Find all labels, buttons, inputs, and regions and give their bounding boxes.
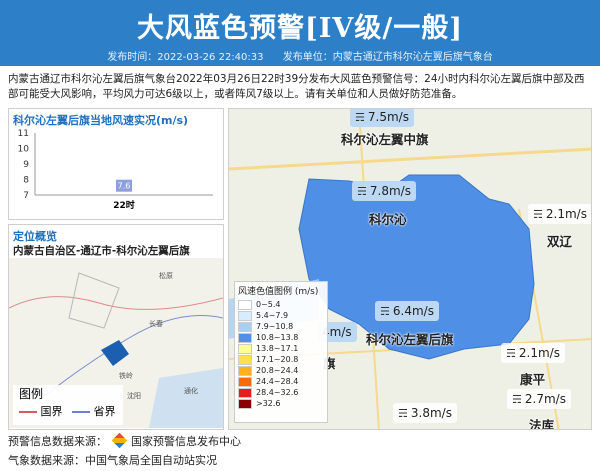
legend-row: 20.8~24.4 [235, 365, 327, 376]
legend-swatch [238, 321, 252, 332]
warning-center-icon [111, 432, 127, 449]
place-label: 法库 [529, 418, 555, 430]
station-marker[interactable]: ☴ 7.5m/s [350, 109, 414, 127]
station-marker[interactable]: ☴ 2.7m/s [507, 389, 571, 409]
wind-speed-chart: 7 8 9 10 11 22时 7.6 [18, 129, 213, 211]
place-label: 康平 [520, 372, 546, 387]
wind-arrow-icon: ☴ [380, 305, 390, 318]
wind-arrow-icon: ☴ [512, 393, 522, 406]
national-border-swatch [19, 411, 37, 413]
weather-source: 气象数据来源：中国气象局全国自动站实况 [8, 454, 217, 467]
legend-swatch [238, 398, 252, 409]
publish-time: 发布时间：2022-03-26 22:40:33 [107, 52, 264, 63]
legend-row: >32.6 [235, 398, 327, 409]
city-label: 长春 [149, 319, 163, 328]
location-panel: 定位概览 内蒙古自治区-通辽市-科尔沁左翼后旗 松原 长春 铁岭 沈阳 通化 图… [8, 224, 224, 430]
station-marker[interactable]: ☴ 7.8m/s [352, 181, 416, 201]
warning-source: 预警信息数据来源： 国家预警信息发布中心 [8, 432, 241, 449]
page-title: 大风蓝色预警[IV级/一般] [137, 13, 463, 44]
header: 大风蓝色预警[IV级/一般] 发布时间：2022-03-26 22:40:33 … [0, 0, 600, 66]
station-marker[interactable]: ☴ 6.4m/s [375, 301, 439, 321]
place-label: 双辽 [547, 234, 573, 249]
legend-label: 20.8~24.4 [256, 366, 299, 375]
legend-row: 28.4~32.6 [235, 387, 327, 398]
place-label: 科尔沁左翼后旗 [366, 332, 454, 347]
province-border-swatch [72, 411, 90, 413]
legend-swatch [238, 299, 252, 310]
legend-swatch [238, 343, 252, 354]
publisher: 发布单位：内蒙古通辽市科尔沁左翼后旗气象台 [282, 52, 493, 63]
city-label: 通化 [184, 386, 198, 395]
legend-swatch [238, 332, 252, 343]
legend-label: 28.4~32.6 [256, 388, 299, 397]
y-tick-label: 7 [23, 191, 29, 201]
legend-row: 0~5.4 [235, 299, 327, 310]
station-marker[interactable]: ☴ 2.1m/s [528, 204, 591, 224]
header-meta: 发布时间：2022-03-26 22:40:33 发布单位：内蒙古通辽市科尔沁左… [0, 48, 600, 63]
data-label: 7.6 [118, 182, 131, 191]
legend-label: 10.8~13.8 [256, 333, 299, 342]
warning-source-link[interactable]: 国家预警信息发布中心 [131, 435, 241, 448]
y-tick-label: 10 [18, 145, 30, 155]
wind-map-panel[interactable]: ☴ 7.5m/s ☴ 7.8m/s ☴ 2.1m/s ☴ 6.4m/s 4m/s ☴ 2.… [228, 108, 592, 430]
place-label: 科尔沁 [369, 212, 407, 227]
wind-chart-panel: 科尔沁左翼后旗当地风速实况(m/s) 7 8 9 10 11 22时 7.6 [8, 108, 224, 220]
chart-title: 科尔沁左翼后旗当地风速实况(m/s) [13, 114, 189, 127]
city-label: 铁岭 [119, 371, 133, 380]
legend-title: 图例 [19, 387, 44, 401]
station-marker[interactable]: ☴ 3.8m/s [393, 403, 457, 423]
y-tick-label: 11 [18, 129, 29, 139]
legend-swatch [238, 376, 252, 387]
legend-province: 省界 [93, 405, 116, 418]
x-tick-label: 22时 [113, 199, 135, 211]
legend-label: 17.1~20.8 [256, 355, 299, 364]
warning-description: 内蒙古通辽市科尔沁左翼后旗气象台2022年03月26日22时39分发布大风蓝色预… [8, 73, 585, 100]
legend-swatch [238, 387, 252, 398]
legend-national: 国界 [40, 405, 63, 418]
y-tick-label: 8 [23, 176, 29, 186]
y-tick-label: 9 [23, 160, 29, 170]
place-label: 科尔沁左翼中旗 [341, 132, 429, 147]
wind-arrow-icon: ☴ [357, 185, 367, 198]
legend-label: 24.4~28.4 [256, 377, 299, 386]
station-marker[interactable]: ☴ 2.1m/s [501, 343, 565, 363]
location-title: 定位概览 [13, 230, 57, 243]
city-label: 沈阳 [127, 391, 141, 400]
location-subtitle: 内蒙古自治区-通辽市-科尔沁左翼后旗 [13, 245, 190, 257]
legend-swatch [238, 310, 252, 321]
legend-row: 17.1~20.8 [235, 354, 327, 365]
legend-row: 10.8~13.8 [235, 332, 327, 343]
wind-arrow-icon: ☴ [355, 111, 365, 124]
wind-arrow-icon: ☴ [506, 347, 516, 360]
legend-label: 5.4~7.9 [256, 311, 289, 320]
legend-swatch [238, 354, 252, 365]
overview-legend: 图例 国界 省界 [13, 385, 123, 425]
legend-label: 13.8~17.1 [256, 344, 299, 353]
legend-title: 风速色值图例 (m/s) [238, 287, 319, 297]
legend-row: 7.9~10.8 [235, 321, 327, 332]
legend-label: >32.6 [256, 399, 281, 408]
legend-swatch [238, 365, 252, 376]
wind-arrow-icon: ☴ [533, 208, 543, 221]
legend-row: 13.8~17.1 [235, 343, 327, 354]
legend-row: 5.4~7.9 [235, 310, 327, 321]
wind-arrow-icon: ☴ [398, 407, 408, 420]
legend-label: 0~5.4 [256, 300, 281, 309]
legend-row: 24.4~28.4 [235, 376, 327, 387]
city-label: 松原 [159, 271, 173, 280]
wind-color-legend: 风速色值图例 (m/s) 0~5.4 5.4~7.9 7.9~10.8 10.8~13… [234, 281, 328, 423]
legend-label: 7.9~10.8 [256, 322, 294, 331]
